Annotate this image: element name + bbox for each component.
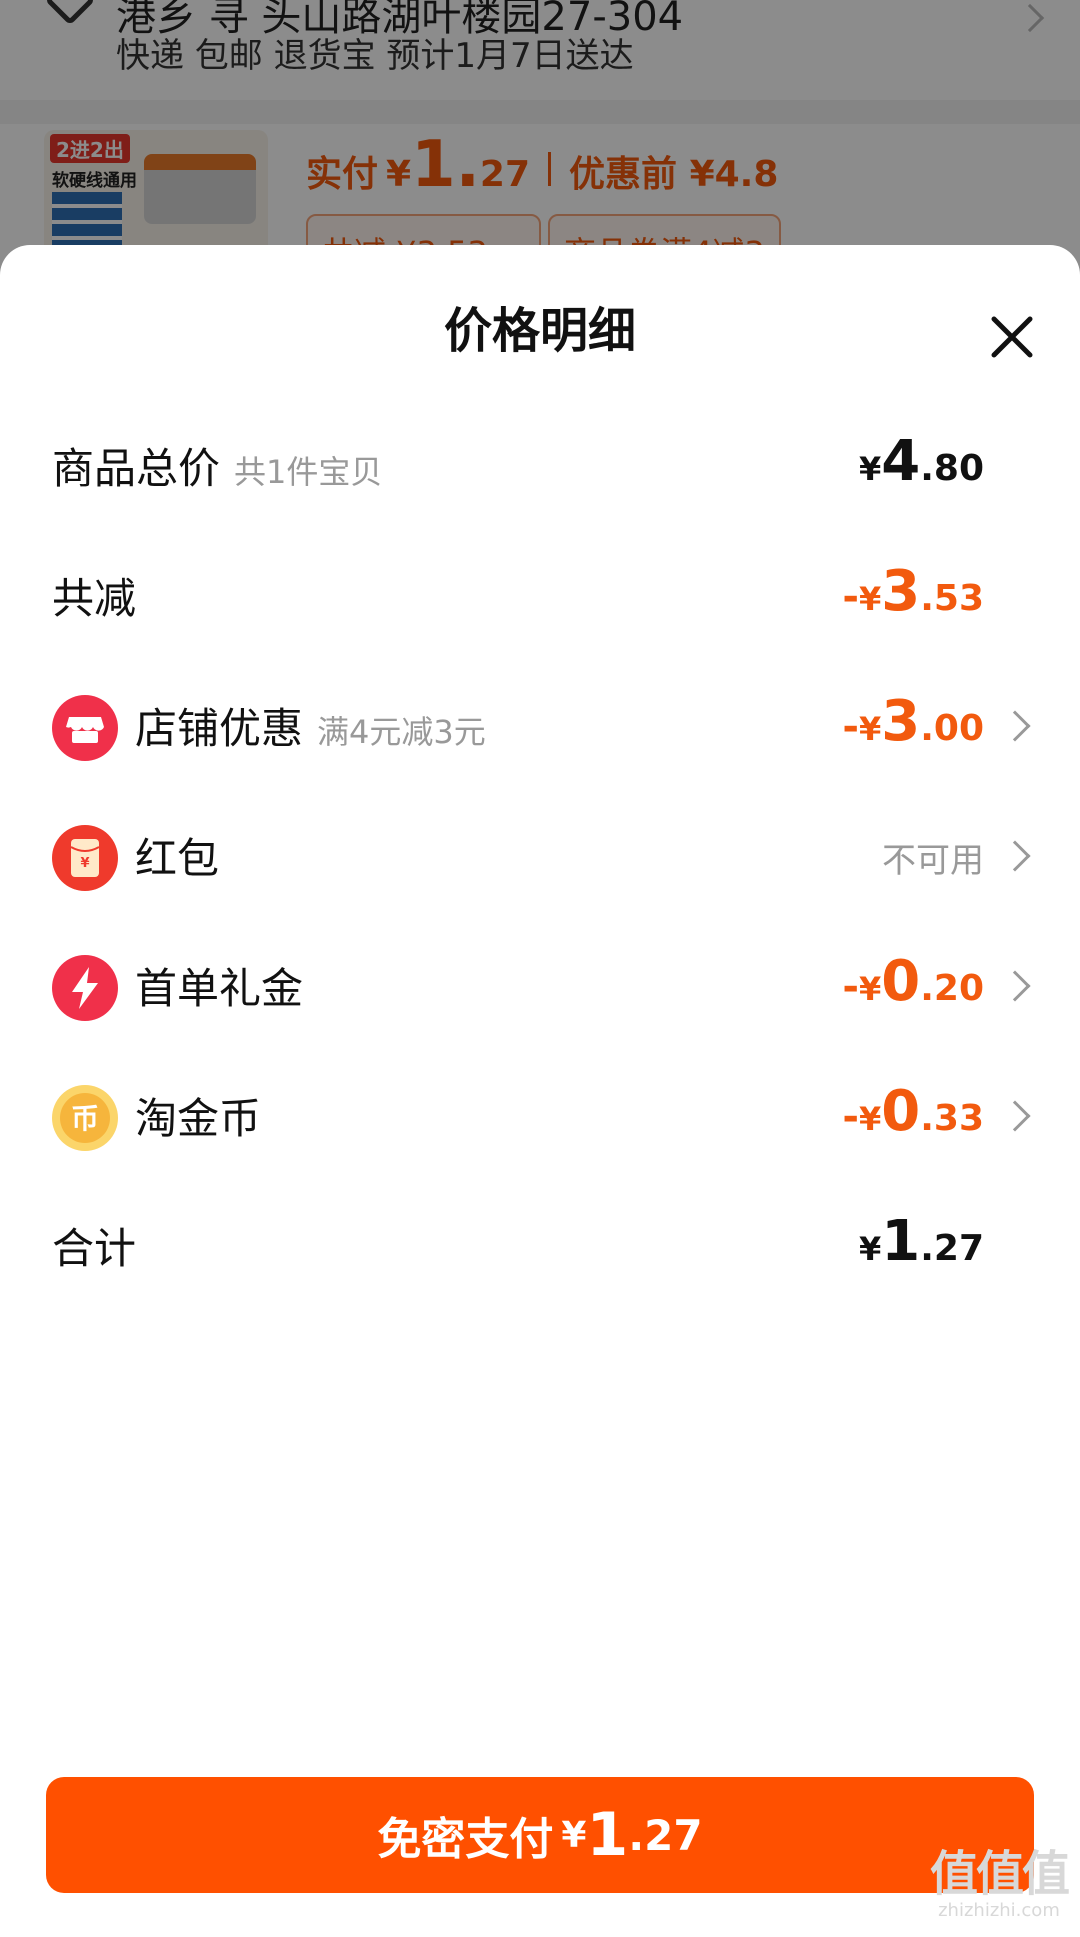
red-packet-icon: ¥ xyxy=(52,825,118,891)
amount-int: 1 xyxy=(881,1209,921,1274)
amount-dec: .27 xyxy=(920,1228,984,1269)
amount-dec: .20 xyxy=(920,968,984,1009)
item-total-amount: ¥ 4 .80 xyxy=(859,429,984,494)
shop-discount-rule: 满4元减3元 xyxy=(317,713,486,751)
chevron-right-icon xyxy=(999,970,1031,1002)
item-total-label: 商品总价 xyxy=(52,444,221,493)
grand-total-amount: ¥ 1 .27 xyxy=(859,1209,984,1274)
password-free-pay-button[interactable]: 免密支付 ¥ 1 .27 xyxy=(46,1777,1034,1893)
amount-int: 0 xyxy=(881,1079,921,1144)
total-discount-amount: - ¥ 3 .53 xyxy=(842,559,984,624)
minus-sign: - xyxy=(842,574,859,620)
row-first-order-gift[interactable]: 首单礼金 - ¥ 0 .20 xyxy=(0,925,1080,1055)
yen-symbol: ¥ xyxy=(561,1814,587,1856)
yen-symbol: ¥ xyxy=(858,580,882,618)
amount-dec: .00 xyxy=(920,708,984,749)
chevron-right-icon xyxy=(999,840,1031,872)
watermark-domain: zhizhizhi.com xyxy=(938,1900,1060,1921)
row-total-discount: 共减 - ¥ 3 .53 xyxy=(0,535,1080,665)
amount-dec: .80 xyxy=(920,448,984,489)
taojinbi-amount: - ¥ 0 .33 xyxy=(842,1079,984,1144)
yen-symbol: ¥ xyxy=(858,970,882,1008)
row-red-packet[interactable]: ¥ 红包 不可用 xyxy=(0,795,1080,925)
amount-int: 4 xyxy=(881,429,921,494)
amount-int: 1 xyxy=(586,1800,629,1870)
svg-text:币: 币 xyxy=(71,1102,99,1135)
amount-int: 0 xyxy=(881,949,921,1014)
yen-symbol: ¥ xyxy=(858,450,882,488)
watermark-glyphs: 值值值 xyxy=(929,1846,1070,1902)
minus-sign: - xyxy=(842,704,859,750)
yen-symbol: ¥ xyxy=(858,1100,882,1138)
first-order-gift-amount: - ¥ 0 .20 xyxy=(842,949,984,1014)
row-grand-total: 合计 ¥ 1 .27 xyxy=(0,1185,1080,1315)
row-label: 商品总价 共1件宝贝 xyxy=(52,435,382,496)
price-detail-sheet: 价格明细 商品总价 共1件宝贝 ¥ 4 .80 共减 - ¥ 3 .53 店铺优… xyxy=(0,245,1080,1937)
amount-int: 3 xyxy=(881,689,921,754)
yen-symbol: ¥ xyxy=(858,1230,882,1268)
row-item-total: 商品总价 共1件宝贝 ¥ 4 .80 xyxy=(0,405,1080,535)
shop-icon xyxy=(52,695,118,761)
shop-discount-label: 店铺优惠 xyxy=(135,704,304,753)
chevron-right-icon xyxy=(999,1100,1031,1132)
row-label: 店铺优惠 满4元减3元 xyxy=(135,695,486,756)
watermark: 值值值 zhizhizhi.com xyxy=(929,1846,1070,1921)
total-discount-label: 共减 xyxy=(52,574,137,623)
chevron-right-icon xyxy=(999,710,1031,742)
amount-int: 3 xyxy=(881,559,921,624)
red-packet-status: 不可用 xyxy=(882,841,984,881)
minus-sign: - xyxy=(842,1094,859,1140)
yen-symbol: ¥ xyxy=(858,710,882,748)
coin-icon: 币 xyxy=(52,1085,118,1151)
pay-button-label: 免密支付 xyxy=(377,1814,554,1865)
taojinbi-label: 淘金币 xyxy=(135,1094,262,1143)
amount-dec: .27 xyxy=(628,1810,703,1860)
minus-sign: - xyxy=(842,964,859,1010)
grand-total-label: 合计 xyxy=(52,1224,137,1273)
row-taojinbi[interactable]: 币 淘金币 - ¥ 0 .33 xyxy=(0,1055,1080,1185)
amount-dec: .33 xyxy=(920,1098,984,1139)
first-order-gift-label: 首单礼金 xyxy=(135,964,304,1013)
amount-dec: .53 xyxy=(920,578,984,619)
svg-text:¥: ¥ xyxy=(80,856,89,871)
row-shop-discount[interactable]: 店铺优惠 满4元减3元 - ¥ 3 .00 xyxy=(0,665,1080,795)
item-count: 共1件宝贝 xyxy=(234,453,383,491)
sheet-title: 价格明细 xyxy=(443,303,636,359)
lightning-icon xyxy=(52,955,118,1021)
red-packet-label: 红包 xyxy=(135,834,220,883)
shop-discount-amount: - ¥ 3 .00 xyxy=(842,689,984,754)
close-icon xyxy=(991,316,1033,358)
close-button[interactable] xyxy=(982,307,1042,367)
